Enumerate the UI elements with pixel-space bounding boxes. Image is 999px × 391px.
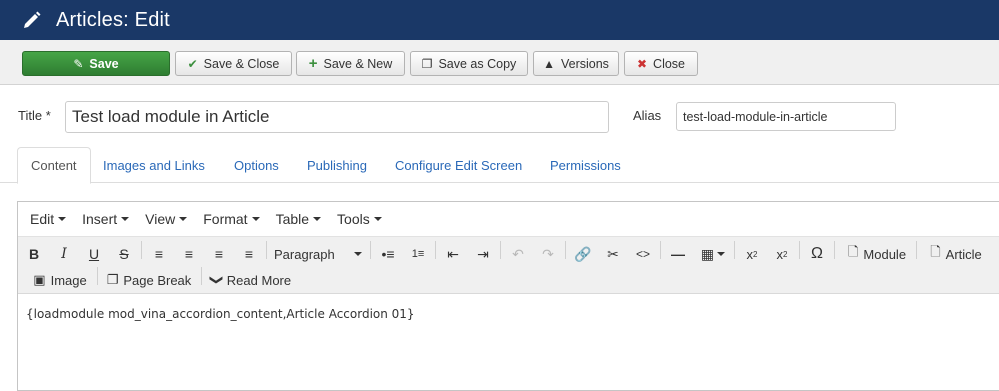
menu-edit[interactable]: Edit: [22, 211, 74, 227]
numbered-list-icon[interactable]: 1≡: [407, 242, 429, 266]
article-label: Article: [945, 246, 982, 262]
redo-icon[interactable]: ↷: [537, 242, 559, 266]
tab-images-links[interactable]: Images and Links: [90, 147, 218, 183]
menu-format-label: Format: [203, 211, 248, 227]
article-button[interactable]: 🗋 Article: [923, 242, 989, 266]
bold-icon[interactable]: B: [24, 242, 44, 266]
save-copy-label: Save as Copy: [438, 56, 517, 71]
subscript-icon[interactable]: x2: [741, 242, 763, 266]
menu-tools[interactable]: Tools: [329, 211, 390, 227]
caret-icon: [251, 217, 260, 221]
cancel-icon: ✖: [636, 56, 648, 71]
caret-icon: [58, 217, 67, 221]
align-right-icon[interactable]: ≡: [208, 242, 230, 266]
pagebreak-button[interactable]: ❐ Page Break: [104, 268, 194, 292]
pencil-icon: [24, 11, 41, 28]
close-button[interactable]: ✖ Close: [624, 51, 698, 76]
title-input[interactable]: Test load module in Article: [65, 101, 609, 133]
menu-format[interactable]: Format: [195, 211, 267, 227]
check-icon: ✔: [187, 56, 198, 71]
unlink-icon[interactable]: ✂: [602, 242, 624, 266]
image-button[interactable]: ▣ Image: [30, 268, 90, 292]
editor-content[interactable]: {loadmodule mod_vina_accordion_content,A…: [26, 307, 415, 321]
tab-content[interactable]: Content: [17, 147, 91, 184]
format-select[interactable]: Paragraph: [274, 242, 366, 266]
undo-icon[interactable]: ↶: [507, 242, 529, 266]
outdent-icon[interactable]: ⇤: [442, 242, 464, 266]
image-label: Image: [50, 272, 87, 288]
strikethrough-icon[interactable]: S: [114, 242, 134, 266]
indent-icon[interactable]: ⇥: [472, 242, 494, 266]
module-label: Module: [863, 246, 907, 262]
menu-insert[interactable]: Insert: [74, 211, 137, 227]
alias-value: test-load-module-in-article: [683, 109, 828, 124]
code-icon[interactable]: <>: [632, 242, 654, 266]
format-select-value: Paragraph: [274, 246, 335, 262]
tab-configure-edit-screen[interactable]: Configure Edit Screen: [382, 147, 535, 183]
link-icon[interactable]: 🔗: [572, 242, 594, 266]
bullet-list-icon[interactable]: •≡: [377, 242, 399, 266]
title-label: Title *: [18, 108, 51, 123]
table-icon[interactable]: ▦: [697, 242, 729, 266]
tab-bar: Content Images and Links Options Publish…: [0, 147, 999, 184]
menu-table-label: Table: [275, 211, 310, 227]
save-close-button[interactable]: ✔ Save & Close: [175, 51, 292, 76]
readmore-button[interactable]: ❯ Read More: [208, 268, 294, 292]
page-title: Articles: Edit: [56, 8, 170, 31]
save-new-button[interactable]: + Save & New: [296, 51, 405, 76]
pagebreak-label: Page Break: [123, 272, 192, 288]
caret-icon: [354, 252, 362, 256]
caret-icon: [717, 252, 726, 256]
caret-icon: [313, 217, 322, 221]
close-label: Close: [653, 56, 686, 71]
tab-publishing[interactable]: Publishing: [294, 147, 380, 183]
title-value: Test load module in Article: [72, 107, 270, 126]
horizontal-rule-icon[interactable]: —: [667, 242, 689, 266]
save-button[interactable]: ✎ Save: [22, 51, 170, 76]
add-article-icon: 🗋: [930, 244, 941, 259]
alias-input[interactable]: test-load-module-in-article: [676, 102, 896, 131]
page-header: Articles: Edit: [0, 0, 999, 40]
editor-toolbar: B I U S ≡ ≡ ≡ ≡ Paragraph •≡ 1≡ ⇤ ⇥ ↶ ↷ …: [18, 236, 999, 294]
edit-icon: ✎: [73, 56, 84, 71]
copy-icon: ❐: [421, 56, 433, 71]
alias-label: Alias: [633, 108, 662, 123]
save-close-label: Save & Close: [203, 56, 280, 71]
menu-edit-label: Edit: [30, 211, 55, 227]
module-button[interactable]: 🗋 Module: [842, 242, 912, 266]
tab-permissions[interactable]: Permissions: [537, 147, 634, 183]
menu-insert-label: Insert: [82, 211, 118, 227]
menu-view[interactable]: View: [137, 211, 195, 227]
italic-icon[interactable]: I: [54, 242, 74, 266]
copy-icon: ❐: [106, 272, 119, 287]
save-copy-button[interactable]: ❐ Save as Copy: [410, 51, 528, 76]
menu-view-label: View: [145, 211, 176, 227]
align-left-icon[interactable]: ≡: [148, 242, 170, 266]
align-center-icon[interactable]: ≡: [178, 242, 200, 266]
caret-icon: [373, 217, 382, 221]
rich-text-editor: Edit Insert View Format Table Tools B I …: [17, 201, 999, 391]
archive-icon: ▲: [543, 56, 555, 71]
save-new-label: Save & New: [323, 56, 393, 71]
menu-tools-label: Tools: [337, 211, 370, 227]
versions-label: Versions: [560, 56, 609, 71]
add-module-icon: 🗋: [847, 244, 859, 259]
action-toolbar: ✎ Save ✔ Save & Close + Save & New ❐ Sav…: [0, 40, 999, 85]
superscript-icon[interactable]: x2: [771, 242, 793, 266]
caret-icon: [121, 217, 130, 221]
editor-menubar: Edit Insert View Format Table Tools: [18, 202, 999, 236]
underline-icon[interactable]: U: [84, 242, 104, 266]
special-char-icon[interactable]: Ω: [806, 242, 828, 266]
align-justify-icon[interactable]: ≡: [238, 242, 260, 266]
tab-options[interactable]: Options: [221, 147, 292, 183]
versions-button[interactable]: ▲ Versions: [533, 51, 619, 76]
chevron-down-icon: ❯: [209, 274, 225, 286]
save-label: Save: [89, 56, 119, 71]
plus-icon: +: [308, 55, 318, 72]
menu-table[interactable]: Table: [268, 211, 329, 227]
image-icon: ▣: [33, 272, 46, 287]
caret-icon: [179, 217, 188, 221]
readmore-label: Read More: [226, 272, 292, 288]
